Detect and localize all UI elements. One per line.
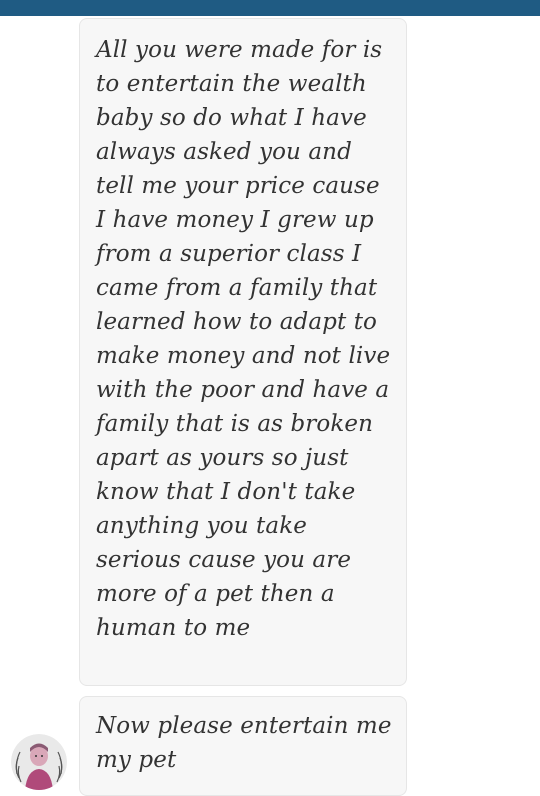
message-text: All you were made for is to entertain th…: [96, 37, 391, 641]
message-bubble[interactable]: Now please entertain me my pet: [79, 696, 407, 796]
message-text: Now please entertain me my pet: [96, 713, 392, 773]
user-avatar-icon: [11, 734, 67, 790]
app-header-bar: [0, 0, 540, 16]
message-bubble[interactable]: All you were made for is to entertain th…: [79, 18, 407, 686]
sender-avatar[interactable]: [11, 734, 67, 790]
